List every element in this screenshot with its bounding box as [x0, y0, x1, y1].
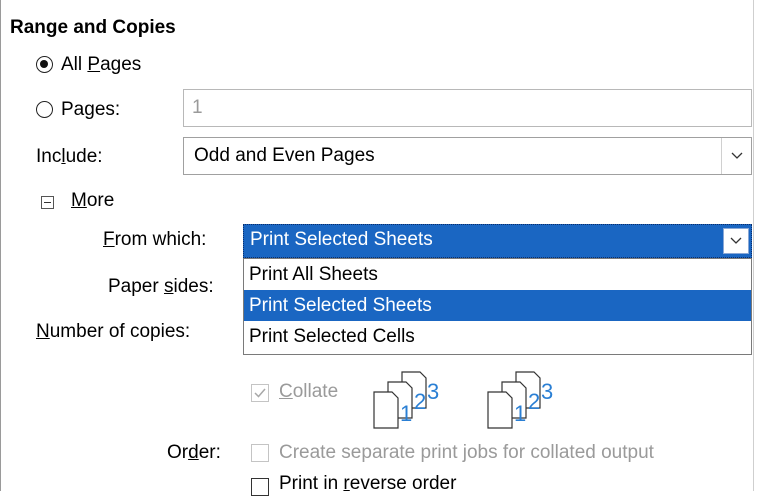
reverse-order-check-box[interactable]	[251, 478, 269, 496]
section-title: Range and Copies	[10, 17, 176, 38]
page-num-1: 1	[514, 401, 526, 426]
all-pages-label: All Pages	[61, 54, 142, 75]
option-print-selected-cells[interactable]: Print Selected Cells	[244, 321, 751, 352]
more-label: More	[71, 190, 115, 211]
collated-pages-icon: 3 2 1	[373, 371, 439, 429]
include-select-value: Odd and Even Pages	[194, 145, 375, 166]
reverse-order-label: Print in reverse order	[279, 473, 457, 494]
separate-jobs-label: Create separate print jobs for collated …	[279, 442, 654, 463]
option-print-all-sheets[interactable]: Print All Sheets	[244, 259, 751, 290]
right-panel-border	[753, 0, 754, 491]
include-select[interactable]: Odd and Even Pages	[183, 137, 752, 175]
include-label: Include:	[36, 146, 103, 167]
pages-label: Pages:	[61, 99, 121, 120]
page-num-2: 2	[414, 389, 426, 414]
uncollated-pages-icon: 3 2 1	[487, 371, 553, 429]
from-which-label: From which:	[103, 229, 207, 250]
page-num-2: 2	[528, 389, 540, 414]
number-of-copies-label: Number of copies:	[36, 321, 191, 342]
page-num-1: 1	[400, 401, 412, 426]
left-panel-border	[0, 0, 1, 491]
from-which-select[interactable]: Print Selected Sheets	[243, 224, 752, 258]
collate-check-box[interactable]	[251, 384, 269, 402]
paper-sides-label: Paper sides:	[108, 276, 214, 297]
order-label: Order:	[167, 442, 221, 463]
page-num-3: 3	[541, 379, 553, 404]
all-pages-radio-button[interactable]	[36, 56, 53, 73]
pages-input[interactable]: 1	[183, 89, 752, 127]
page-num-3: 3	[427, 379, 439, 404]
collapse-icon[interactable]	[41, 196, 54, 209]
separate-jobs-check-box[interactable]	[251, 444, 269, 462]
chevron-down-icon[interactable]	[723, 228, 749, 254]
pages-radio-button[interactable]	[36, 101, 53, 118]
from-which-select-value: Print Selected Sheets	[250, 229, 433, 250]
chevron-down-icon[interactable]	[721, 138, 751, 174]
from-which-dropdown-list[interactable]: Print All Sheets Print Selected Sheets P…	[243, 258, 752, 355]
option-print-selected-sheets[interactable]: Print Selected Sheets	[244, 290, 751, 321]
collate-label: Collate	[279, 381, 339, 402]
checkmark-icon	[254, 388, 266, 398]
